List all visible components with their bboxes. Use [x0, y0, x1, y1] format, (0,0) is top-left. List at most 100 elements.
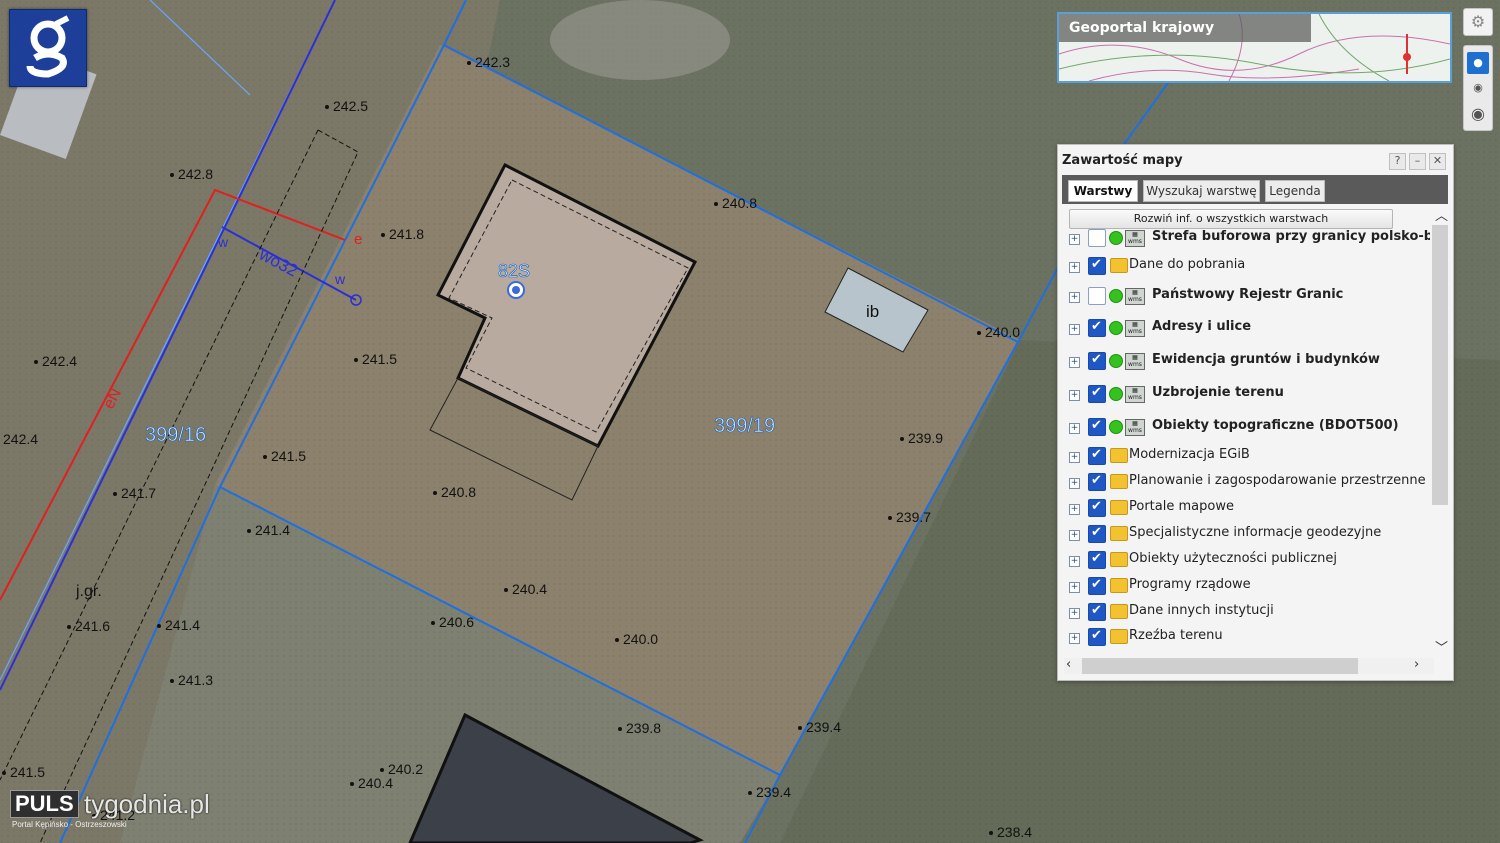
layer-row[interactable]: + ▦wms Ewidencja gruntów i budynków [1064, 352, 1430, 374]
tab-legend[interactable]: Legenda [1265, 180, 1325, 202]
spot-height-label: 241.5 [271, 448, 306, 464]
scroll-left-icon[interactable]: ‹ [1066, 657, 1071, 672]
layer-checkbox[interactable] [1088, 551, 1106, 569]
expand-layer-icon[interactable]: + [1069, 262, 1080, 273]
layer-row[interactable]: + Planowanie i zagospodarowanie przestrze… [1064, 473, 1430, 495]
spot-height-label: 242.5 [333, 98, 368, 114]
vertical-scrollbar[interactable]: ︿ ﹀ [1432, 205, 1448, 657]
layer-name: Uzbrojenie terenu [1152, 385, 1284, 400]
layer-checkbox[interactable] [1088, 525, 1106, 543]
layer-checkbox[interactable] [1088, 577, 1106, 595]
expand-layer-icon[interactable]: + [1069, 234, 1080, 245]
layer-row[interactable]: + Specjalistyczne informacje geodezyjne [1064, 525, 1430, 547]
layer-row[interactable]: + Modernizacja EGiB [1064, 447, 1430, 469]
spot-height-point [714, 202, 718, 206]
layer-row[interactable]: + ▦ wms Strefa buforowa przy granicy polsko… [1064, 229, 1430, 251]
minimize-button[interactable]: – [1409, 153, 1426, 170]
expand-layer-icon[interactable]: + [1069, 478, 1080, 489]
layer-checkbox[interactable] [1088, 628, 1106, 646]
layer-status-icon [1109, 387, 1123, 401]
layer-row[interactable]: + Rzeźba terenu [1064, 628, 1430, 650]
watermark-brand: PULS [10, 790, 79, 818]
view-eye-small-icon[interactable]: ◉ [1467, 80, 1489, 96]
spot-height-label: 242.8 [178, 166, 213, 182]
spot-height-point [263, 455, 267, 459]
layer-row[interactable]: + ▦wms Uzbrojenie terenu [1064, 385, 1430, 407]
expand-layer-icon[interactable]: + [1069, 608, 1080, 619]
layer-row[interactable]: + Portale mapowe [1064, 499, 1430, 521]
layer-status-icon [1109, 420, 1123, 434]
folder-icon [1110, 526, 1128, 541]
view-map-button[interactable]: ● [1467, 52, 1489, 74]
settings-gear-icon[interactable]: ⚙ [1463, 8, 1493, 36]
layer-name: Dane do pobrania [1129, 257, 1246, 272]
layer-checkbox[interactable] [1088, 319, 1106, 337]
folder-icon [1110, 578, 1128, 593]
expand-layer-icon[interactable]: + [1069, 452, 1080, 463]
close-button[interactable]: ✕ [1429, 153, 1446, 170]
spot-height-label: 242.3 [475, 54, 510, 70]
expand-layer-icon[interactable]: + [1069, 530, 1080, 541]
layer-name: Ewidencja gruntów i budynków [1152, 352, 1380, 367]
spot-height-point [989, 831, 993, 835]
building-number: 82S [498, 261, 530, 281]
layer-checkbox[interactable] [1088, 229, 1106, 247]
layer-row[interactable]: + Dane do pobrania [1064, 257, 1430, 279]
spot-height-label: 240.0 [623, 631, 658, 647]
expand-layer-icon[interactable]: + [1069, 324, 1080, 335]
spot-height-point [350, 782, 354, 786]
parcel-label-399-19: 399/19 [714, 415, 775, 437]
scroll-thumb[interactable] [1432, 225, 1448, 505]
tab-layers[interactable]: Warstwy [1068, 180, 1138, 202]
tab-search-layer[interactable]: Wyszukaj warstwę [1143, 180, 1260, 202]
layer-checkbox[interactable] [1088, 385, 1106, 403]
layer-checkbox[interactable] [1088, 257, 1106, 275]
layer-checkbox[interactable] [1088, 499, 1106, 517]
layer-row[interactable]: + ▦wms Obiekty topograficzne (BDOT500) [1064, 418, 1430, 440]
spot-height-label: 240.8 [722, 195, 757, 211]
layer-row[interactable]: + ▦wms Adresy i ulice [1064, 319, 1430, 341]
geoportal-logo[interactable] [9, 9, 87, 87]
overview-title: Geoportal krajowy [1059, 14, 1311, 42]
view-eye-icon[interactable]: ◉ [1467, 104, 1489, 124]
expand-layer-icon[interactable]: + [1069, 292, 1080, 303]
expand-all-button[interactable]: Rozwiń inf. o wszystkich warstwach [1069, 209, 1393, 229]
expand-layer-icon[interactable]: + [1069, 556, 1080, 567]
expand-layer-icon[interactable]: + [1069, 633, 1080, 644]
layer-row[interactable]: + Dane innych instytucji [1064, 603, 1430, 625]
layer-checkbox[interactable] [1088, 473, 1106, 491]
folder-icon [1110, 474, 1128, 489]
overview-map[interactable]: Geoportal krajowy [1057, 12, 1452, 83]
horizontal-scrollbar[interactable]: ‹ › [1064, 657, 1434, 674]
utility-label-w2: w [334, 271, 346, 287]
layer-checkbox[interactable] [1088, 287, 1106, 305]
watermark-tagline: Portal Kępińsko - Ostrzeszowski [12, 820, 127, 829]
layer-checkbox[interactable] [1088, 418, 1106, 436]
expand-layer-icon[interactable]: + [1069, 582, 1080, 593]
scroll-right-icon[interactable]: › [1414, 657, 1419, 672]
layer-name: Obiekty użyteczności publicznej [1129, 551, 1338, 566]
spot-height-point [431, 621, 435, 625]
spot-height-point [67, 625, 71, 629]
watermark-site: tygodnia.pl [84, 789, 210, 819]
panel-header[interactable]: Zawartość mapy ? – ✕ [1058, 145, 1453, 175]
spot-height-point [504, 588, 508, 592]
spot-height-point [170, 173, 174, 177]
layer-checkbox[interactable] [1088, 603, 1106, 621]
help-button[interactable]: ? [1389, 153, 1406, 170]
layer-row[interactable]: + ▦ wms Państwowy Rejestr Granic [1064, 287, 1430, 309]
hscroll-thumb[interactable] [1082, 658, 1358, 674]
layer-row[interactable]: + Obiekty użyteczności publicznej [1064, 551, 1430, 573]
expand-layer-icon[interactable]: + [1069, 504, 1080, 515]
layer-row[interactable]: + Programy rządowe [1064, 577, 1430, 599]
layer-checkbox[interactable] [1088, 352, 1106, 370]
expand-layer-icon[interactable]: + [1069, 390, 1080, 401]
expand-layer-icon[interactable]: + [1069, 423, 1080, 434]
expand-layer-icon[interactable]: + [1069, 357, 1080, 368]
scroll-down-icon[interactable]: ﹀ [1435, 637, 1448, 656]
view-switcher[interactable]: ● ◉ ◉ [1463, 45, 1493, 131]
layer-checkbox[interactable] [1088, 447, 1106, 465]
layer-name: Modernizacja EGiB [1129, 447, 1250, 462]
spot-height-point [467, 61, 471, 65]
scroll-up-icon[interactable]: ︿ [1435, 205, 1448, 224]
